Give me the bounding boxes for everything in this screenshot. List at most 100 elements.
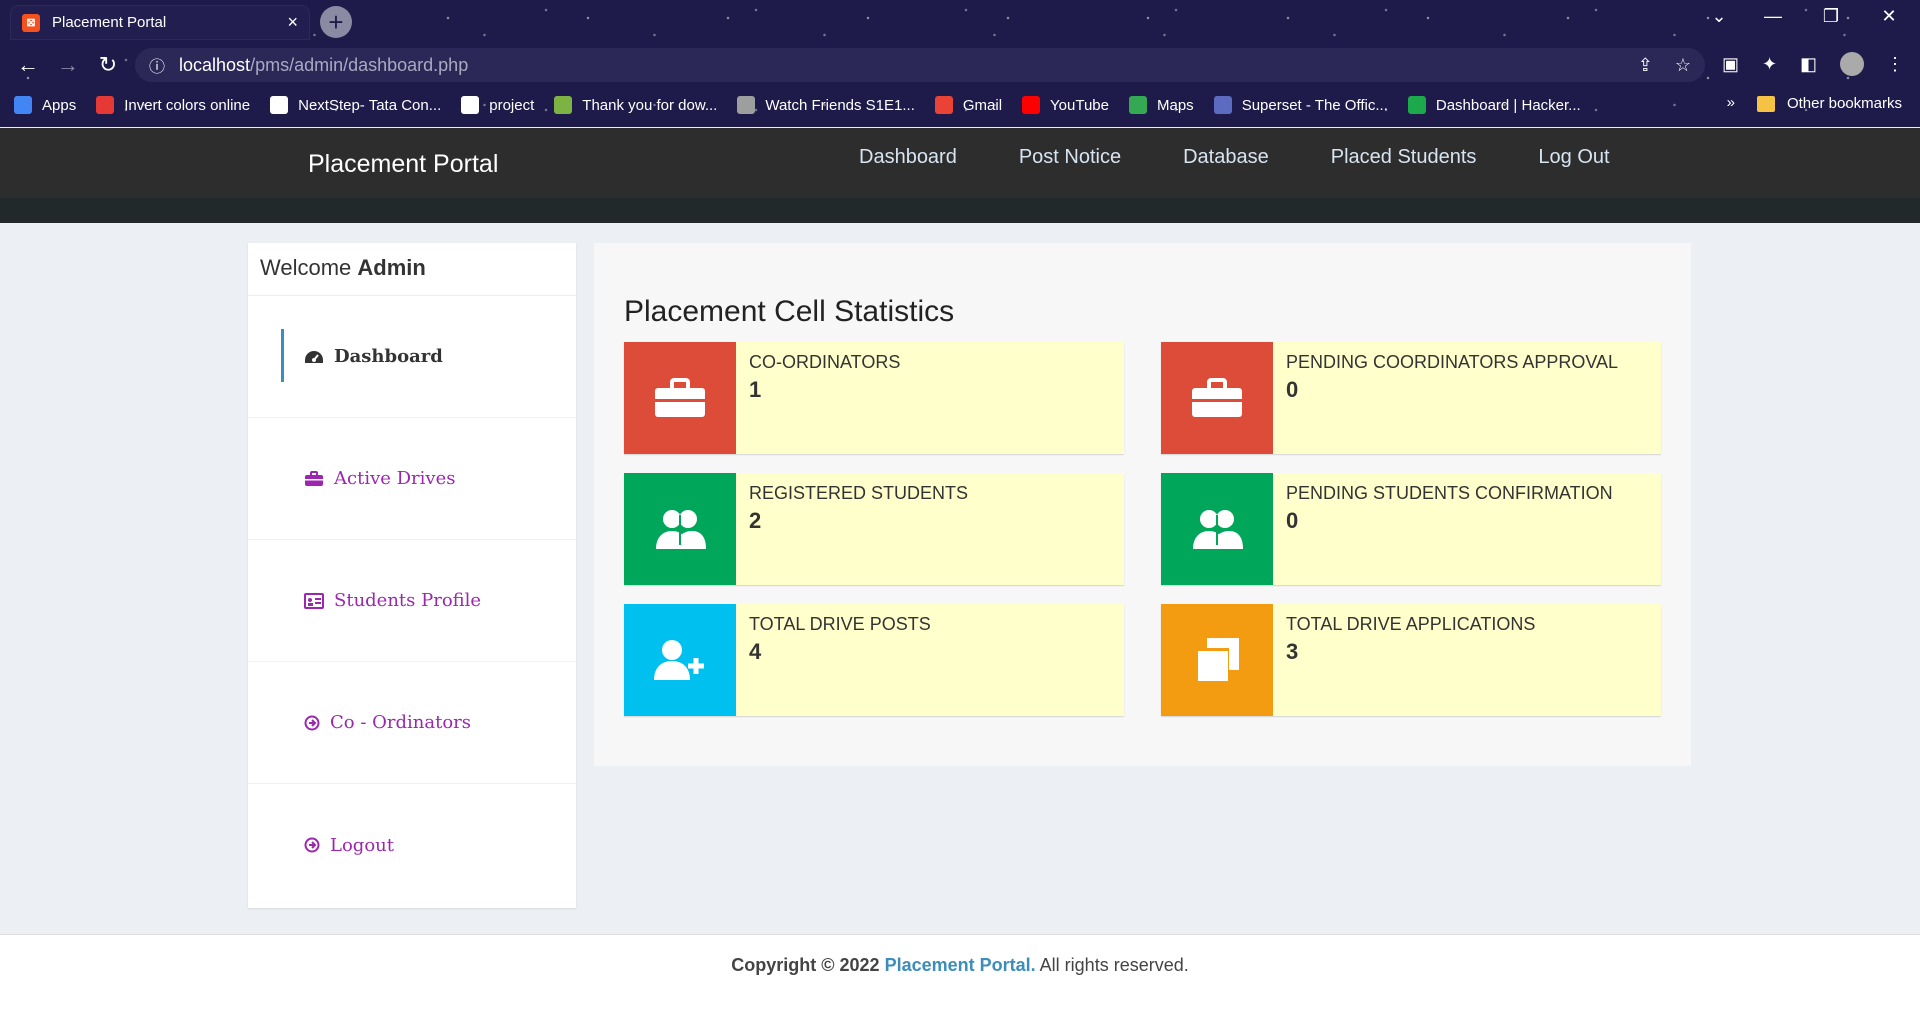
bookmark-favicon-icon [934,96,953,114]
bookmark-label: Invert colors online [124,96,251,114]
menu-icon[interactable]: ⋮ [1886,54,1904,75]
sidebar-item-logout[interactable]: Logout [248,784,576,906]
bookmark-favicon-icon [1129,96,1147,114]
other-bookmarks[interactable]: Other bookmarks [1756,95,1902,112]
welcome-prefix: Welcome [260,255,352,280]
avatar[interactable] [1840,52,1864,76]
bookmark-item[interactable]: YouTube [1022,96,1109,114]
stat-icon-box [1161,342,1273,454]
chevron-down-icon[interactable]: ⌄ [1696,6,1742,27]
reload-icon[interactable]: ↻ [88,52,128,78]
window-close-button[interactable]: ✕ [1866,6,1912,27]
footer-brand-link[interactable]: Placement Portal. [885,955,1036,975]
sidebar: Welcome Admin Dashboard Active Drives St… [248,243,576,908]
bookmark-item[interactable]: Maps [1129,96,1194,114]
url-input[interactable]: ⓘ localhost /pms/admin/dashboard.php ⇪ ☆ [135,48,1705,82]
tab-title: Placement Portal [52,14,167,31]
stat-label: PENDING STUDENTS CONFIRMATION [1286,483,1613,503]
close-icon[interactable]: × [287,12,298,33]
sidebar-item-co-ordinators[interactable]: Co - Ordinators [248,662,576,784]
bookmark-favicon-icon [270,96,289,114]
bookmark-favicon-icon [1022,96,1041,114]
stat-label: TOTAL DRIVE APPLICATIONS [1286,614,1536,634]
star-icon[interactable]: ☆ [1675,55,1691,76]
stat-card-drive-applications: TOTAL DRIVE APPLICATIONS 3 [1161,604,1661,716]
bookmark-item[interactable]: Thank you for dow... [554,96,717,114]
stat-card-registered-students: REGISTERED STUDENTS 2 [624,473,1124,585]
puzzle-icon[interactable]: ✦ [1762,54,1777,75]
bookmark-favicon-icon [1407,96,1426,114]
briefcase-icon [1192,378,1242,417]
bookmark-label: Superset - The Offic... [1241,96,1388,114]
stat-value: 2 [749,508,762,533]
nav-links: Dashboard Post Notice Database Placed St… [859,146,1672,169]
stat-card-drive-posts: TOTAL DRIVE POSTS 4 [624,604,1124,716]
bookmark-label: project [489,96,535,114]
url-path: /pms/admin/dashboard.php [250,54,469,75]
copyright-prefix: Copyright © 2022 [731,955,880,975]
bookmark-label: Dashboard | Hacker... [1435,96,1581,114]
sidebar-item-active-drives[interactable]: Active Drives [248,418,576,540]
browser-tab[interactable]: ⊠ Placement Portal × [10,5,310,40]
bookmark-item[interactable]: project [461,96,534,114]
stat-label: REGISTERED STUDENTS [749,483,969,503]
briefcase-icon [655,378,705,417]
extension-icon[interactable]: ▣ [1722,54,1739,75]
stat-value: 3 [1286,639,1299,664]
bookmark-favicon-icon [14,96,32,114]
other-bookmarks-label: Other bookmarks [1786,95,1902,112]
stat-icon-box [1161,604,1273,716]
forward-icon[interactable]: → [48,52,88,78]
url-host: localhost [179,54,251,75]
dashboard-icon [305,350,323,363]
share-icon[interactable]: ⇪ [1638,55,1653,76]
copyright-suffix: All rights reserved. [1039,955,1189,975]
bookmark-item[interactable]: Gmail [934,96,1002,114]
bookmark-label: Maps [1157,96,1194,114]
copy-icon [1195,638,1239,682]
stat-label: CO-ORDINATORS [749,352,901,372]
bookmarks-more-button[interactable]: » [1727,94,1735,111]
navbar-strip [0,198,1920,223]
info-icon[interactable]: ⓘ [149,53,165,77]
address-bar-row: ← → ↻ ⓘ localhost /pms/admin/dashboard.p… [0,44,1920,86]
stat-value: 1 [749,377,762,402]
welcome-header: Welcome Admin [248,243,576,296]
bookmark-item[interactable]: Watch Friends S1E1... [737,96,915,114]
id-card-icon [304,592,324,609]
nav-database[interactable]: Database [1183,146,1269,169]
sidebar-item-students-profile[interactable]: Students Profile [248,540,576,662]
folder-icon [1756,95,1775,112]
stat-value: 0 [1286,377,1299,402]
bookmark-item[interactable]: Invert colors online [96,96,250,114]
nav-log-out[interactable]: Log Out [1538,146,1609,169]
arrow-circle-icon [304,715,320,730]
nav-post-notice[interactable]: Post Notice [1019,146,1121,169]
users-icon [1193,510,1243,549]
brand[interactable]: Placement Portal [308,150,498,179]
sidebar-item-dashboard[interactable]: Dashboard [248,296,576,418]
restore-button[interactable]: ❐ [1808,6,1854,27]
site-navbar: Placement Portal Dashboard Post Notice D… [0,128,1920,198]
bookmarks-bar: Apps Invert colors online NextStep- Tata C… [0,89,1920,121]
nav-placed-students[interactable]: Placed Students [1331,146,1477,169]
new-tab-button[interactable]: + [320,6,352,38]
browser-chrome: ⊠ Placement Portal × + ⌄ — ❐ ✕ ← → ↻ ⓘ l… [0,0,1920,127]
minimize-button[interactable]: — [1750,6,1796,27]
bookmark-label: Thank you for dow... [582,96,718,114]
sidebar-item-label: Dashboard [334,346,443,367]
back-icon[interactable]: ← [8,52,48,78]
bookmark-item[interactable]: NextStep- Tata Con... [270,96,441,114]
footer: Copyright © 2022 Placement Portal. All r… [0,934,1920,1020]
stat-value: 4 [749,639,762,664]
sidebar-item-label: Active Drives [334,468,456,489]
bookmark-label: Apps [42,96,77,114]
bookmark-favicon-icon [554,96,573,114]
bookmark-item[interactable]: Apps [14,96,76,114]
bookmark-item[interactable]: Superset - The Offic... [1213,96,1388,114]
bookmark-favicon-icon [737,96,756,114]
sidepanel-icon[interactable]: ◧ [1800,54,1817,75]
bookmark-label: NextStep- Tata Con... [298,96,442,114]
bookmark-item[interactable]: Dashboard | Hacker... [1407,96,1581,114]
nav-dashboard[interactable]: Dashboard [859,146,957,169]
